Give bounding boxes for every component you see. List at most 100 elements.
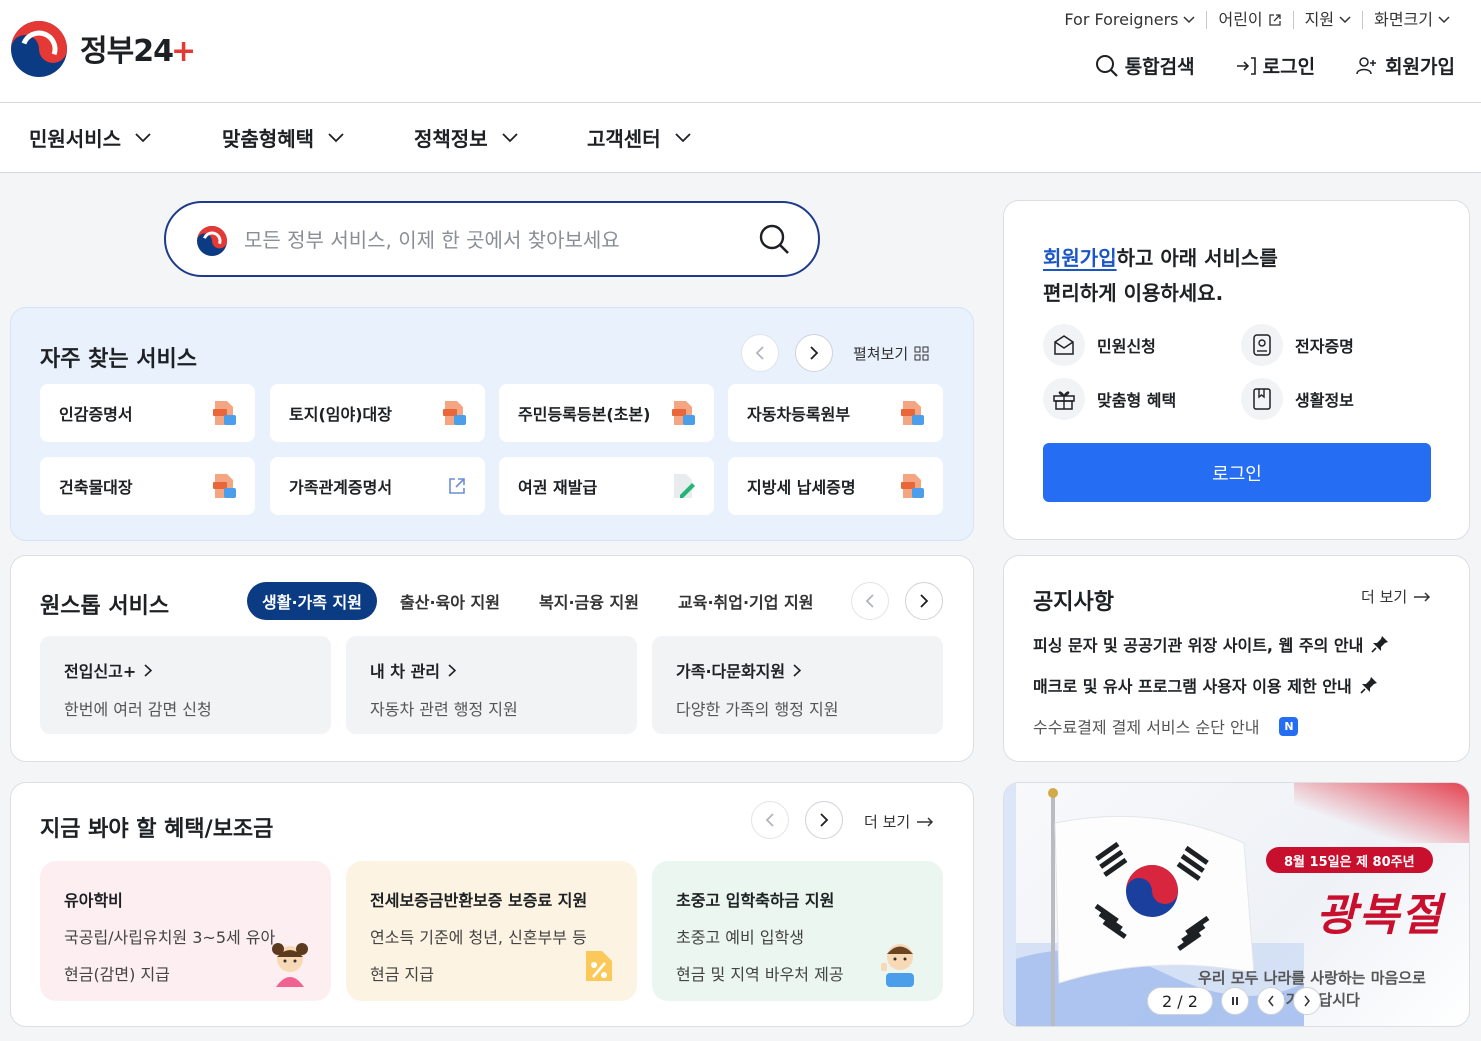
service-card-label: 여권 재발급 (518, 478, 598, 497)
login-feature-custom-benefit: 맞춤형 혜택 (1043, 378, 1176, 420)
gnb-policy-info-label: 정책정보 (414, 127, 488, 151)
chevron-right-icon (810, 346, 819, 360)
pin-icon (1371, 636, 1389, 653)
chevron-down-icon (674, 132, 691, 142)
benefit-card-deposit-guarantee[interactable]: 전세보증금반환보증 보증료 지원 연소득 기준에 청년, 신혼부부 등 현금 지… (346, 861, 637, 1001)
service-card-family-certificate[interactable]: 가족관계증명서 (270, 457, 485, 515)
bookmark-icon (1241, 378, 1283, 420)
prev-button[interactable] (851, 582, 889, 620)
logo-label: 정부24 (80, 34, 174, 69)
notice-item[interactable]: 매크로 및 유사 프로그램 사용자 이용 제한 안내 (1033, 673, 1378, 697)
next-button[interactable] (905, 582, 943, 620)
onestop-card-title-text: 전입신고+ (64, 662, 137, 681)
grid-icon (914, 346, 929, 361)
gov24-logo-icon[interactable] (10, 20, 68, 78)
service-card-passport-reissue[interactable]: 여권 재발급 (499, 457, 714, 515)
service-card-local-tax-certificate[interactable]: 지방세 납세증명 (728, 457, 943, 515)
signup-link[interactable]: 회원가입 (1355, 52, 1455, 79)
notice-item[interactable]: 수수료결제 결제 서비스 순단 안내 N (1033, 714, 1299, 738)
next-button[interactable] (795, 334, 833, 372)
new-badge: N (1279, 716, 1299, 736)
gnb-policy-info[interactable]: 정책정보 (414, 123, 518, 152)
chevron-down-icon (501, 132, 518, 142)
onestop-card-family-multicultural[interactable]: 가족·다문화지원 다양한 가족의 행정 지원 (652, 636, 943, 734)
chevron-down-icon (1438, 16, 1450, 24)
util-support[interactable]: 지원 (1292, 10, 1362, 29)
login-feature-label: 민원신청 (1097, 337, 1156, 356)
pdf-doc-icon (213, 401, 236, 425)
onestop-card-title: 내 차 관리 (370, 658, 613, 682)
notice-panel: 공지사항 더 보기 피싱 문자 및 공공기관 위장 사이트, 웹 주의 안내 매… (1003, 555, 1470, 762)
service-card-land-register[interactable]: 토지(임야)대장 (270, 384, 485, 442)
login-feature-label: 맞춤형 혜택 (1097, 391, 1177, 410)
service-card-building-register[interactable]: 건축물대장 (40, 457, 255, 515)
service-card-label: 건축물대장 (59, 478, 133, 497)
gnb-civil-service-label: 민원서비스 (29, 127, 121, 151)
logo-text[interactable]: 정부24 + (80, 26, 196, 70)
search-input[interactable] (244, 223, 744, 257)
benefits-more-link[interactable]: 더 보기 (864, 811, 934, 832)
chevron-right-icon (144, 663, 153, 677)
gnb-customer-center[interactable]: 고객센터 (587, 123, 691, 152)
login-button[interactable]: 로그인 (1043, 443, 1431, 502)
util-kids[interactable]: 어린이 (1206, 11, 1292, 29)
mail-doc-icon (1043, 324, 1085, 366)
chevron-right-icon (920, 594, 929, 608)
onestop-card-title-text: 내 차 관리 (370, 662, 441, 681)
pdf-doc-icon (443, 401, 466, 425)
onestop-card-move-in[interactable]: 전입신고+ 한번에 여러 감면 신청 (40, 636, 331, 734)
util-foreigners[interactable]: For Foreigners (1053, 11, 1206, 29)
benefit-line1: 연소득 기준에 청년, 신혼부부 등 (370, 928, 587, 947)
gnb-customer-center-label: 고객센터 (587, 127, 661, 151)
chevron-right-icon (820, 813, 829, 827)
login-link[interactable]: 로그인 (1235, 52, 1315, 79)
gnb-custom-benefits-label: 맞춤형혜택 (222, 127, 314, 151)
pin-icon (1360, 677, 1377, 694)
benefit-title: 유아학비 (64, 891, 123, 910)
benefit-card-kindergarten[interactable]: 유아학비 국공립/사립유치원 3~5세 유아 현금(감면) 지급 (40, 861, 331, 1001)
gnb-civil-service[interactable]: 민원서비스 (29, 123, 151, 152)
liberation-day-banner[interactable]: 8월 15일은 제 80주년 광복절 우리 모두 나라를 사랑하는 마음으로 태… (1003, 782, 1470, 1027)
notice-item-text: 매크로 및 유사 프로그램 사용자 이용 제한 안내 (1033, 677, 1352, 696)
tab-welfare-finance[interactable]: 복지·금융 지원 (524, 582, 654, 620)
prev-button[interactable] (741, 334, 779, 372)
onestop-title: 원스톱 서비스 (40, 594, 170, 619)
benefit-card-school-entry[interactable]: 초중고 입학축하금 지원 초중고 예비 입학생 현금 및 지역 바우처 제공 (652, 861, 943, 1001)
expand-button[interactable]: 펼쳐보기 (853, 343, 929, 364)
banner-tag: 8월 15일은 제 80주년 (1266, 847, 1433, 873)
search-button[interactable] (758, 223, 792, 257)
notice-item-text: 피싱 문자 및 공공기관 위장 사이트, 웹 주의 안내 (1033, 636, 1364, 655)
service-card-label: 가족관계증명서 (289, 478, 393, 497)
banner-next-button[interactable] (1292, 987, 1321, 1015)
signup-highlight-link[interactable]: 회원가입 (1043, 246, 1117, 270)
integrated-search-button[interactable]: 통합검색 (1095, 52, 1195, 79)
service-card-vehicle-register[interactable]: 자동차등록원부 (728, 384, 943, 442)
main-navigation: 민원서비스 맞춤형혜택 정책정보 고객센터 (0, 103, 1481, 173)
tab-birth-childcare[interactable]: 출산·육아 지원 (385, 582, 515, 620)
notice-more-link[interactable]: 더 보기 (1361, 586, 1431, 607)
benefit-line2: 현금 지급 (370, 965, 434, 984)
notice-item[interactable]: 피싱 문자 및 공공기관 위장 사이트, 웹 주의 안내 (1033, 632, 1389, 656)
service-card-label: 자동차등록원부 (747, 405, 851, 424)
benefit-title: 전세보증금반환보증 보증료 지원 (370, 891, 588, 910)
external-link-icon (449, 478, 465, 494)
onestop-card-my-car[interactable]: 내 차 관리 자동차 관련 행정 지원 (346, 636, 637, 734)
next-button[interactable] (805, 801, 843, 839)
util-kids-label: 어린이 (1218, 10, 1263, 29)
prev-button[interactable] (751, 801, 789, 839)
tab-education-employment[interactable]: 교육·취업·기업 지원 (663, 582, 829, 620)
arrow-right-icon (1414, 591, 1431, 602)
service-card-resident-register[interactable]: 주민등록등본(초본) (499, 384, 714, 442)
banner-prev-button[interactable] (1256, 987, 1285, 1015)
service-card-seal-certificate[interactable]: 인감증명서 (40, 384, 255, 442)
gnb-custom-benefits[interactable]: 맞춤형혜택 (222, 123, 344, 152)
util-support-label: 지원 (1304, 10, 1335, 29)
util-screen-size[interactable]: 화면크기 (1362, 11, 1461, 29)
util-foreigners-label: For Foreigners (1064, 10, 1179, 29)
chevron-left-icon (1267, 995, 1274, 1007)
chevron-left-icon (755, 346, 764, 360)
more-label: 더 보기 (1361, 588, 1408, 606)
utility-menu: For Foreigners 어린이 지원 화면크기 (1053, 11, 1461, 29)
pause-button[interactable] (1220, 987, 1249, 1015)
tab-life-family[interactable]: 생활·가족 지원 (247, 582, 377, 620)
